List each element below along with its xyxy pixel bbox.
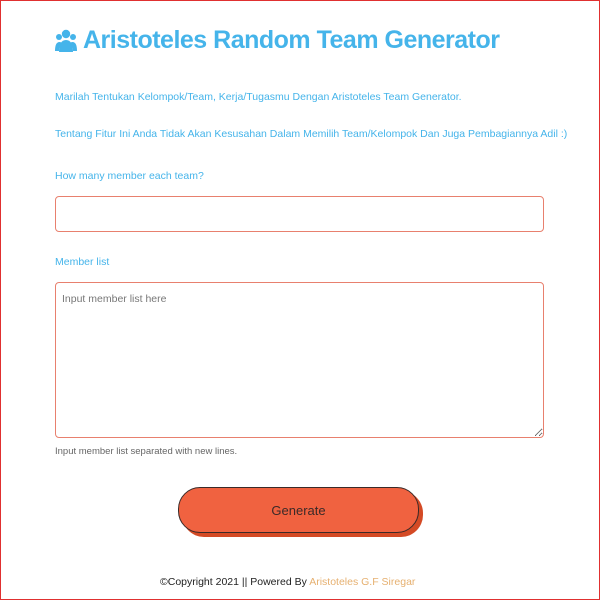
intro-text-1: Marilah Tentukan Kelompok/Team, Kerja/Tu… (55, 91, 462, 103)
member-list-label: Member list (55, 256, 110, 268)
page-title: Aristoteles Random Team Generator (83, 25, 500, 54)
member-list-textarea[interactable] (55, 282, 544, 438)
footer: ©Copyright 2021 || Powered By Aristotele… (160, 576, 415, 588)
header: Aristoteles Random Team Generator (55, 20, 500, 60)
users-icon (55, 25, 77, 55)
generate-button[interactable]: Generate (178, 487, 419, 533)
member-count-label: How many member each team? (55, 170, 204, 182)
author-link[interactable]: Aristoteles G.F Siregar (309, 576, 415, 588)
member-list-help-text: Input member list separated with new lin… (55, 446, 238, 457)
intro-text-2: Tentang Fitur Ini Anda Tidak Akan Kesusa… (55, 128, 568, 140)
copyright-icon: © (160, 576, 168, 588)
footer-text: Copyright 2021 || Powered By (167, 576, 310, 588)
generate-button-wrapper: Generate (178, 487, 423, 537)
member-count-input[interactable] (55, 196, 544, 232)
